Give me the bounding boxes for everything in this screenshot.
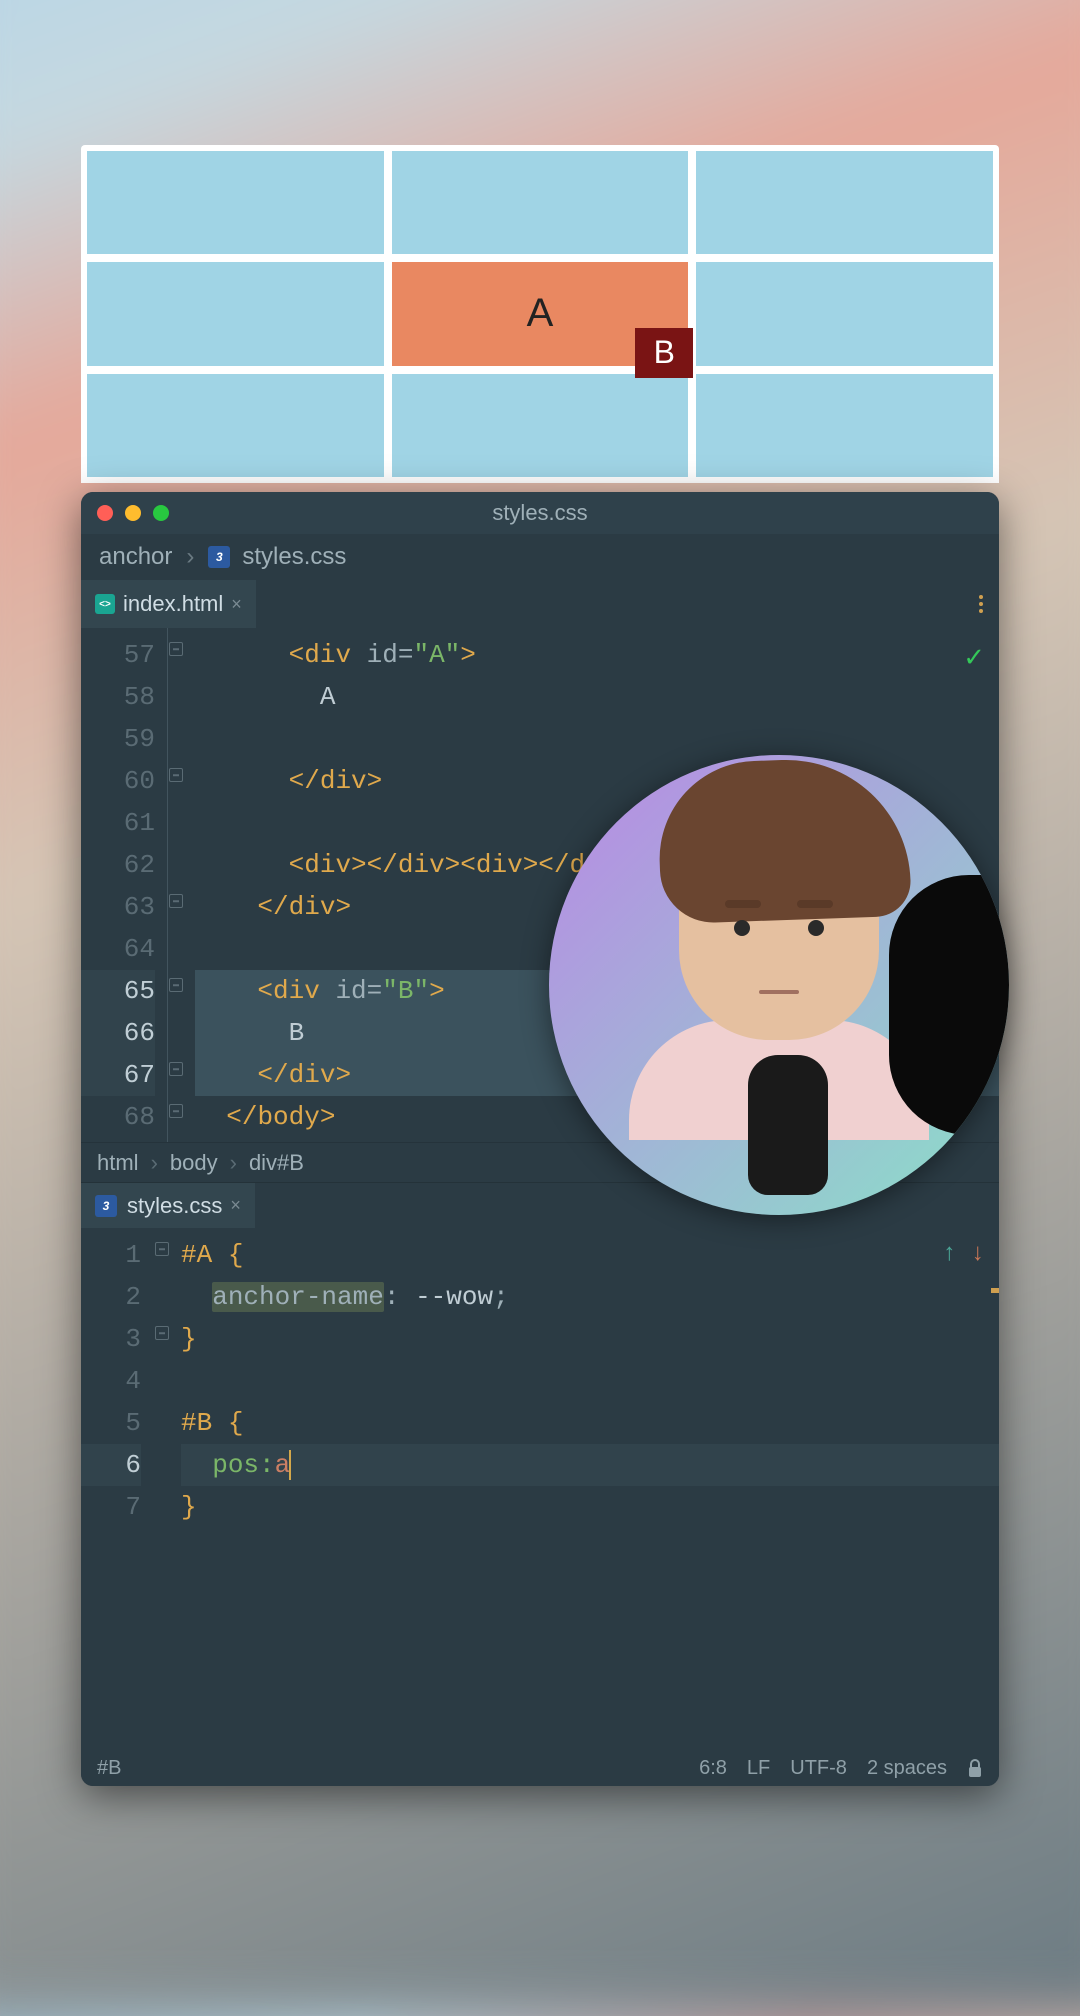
crumb[interactable]: body	[170, 1150, 218, 1176]
tab-label: index.html	[123, 591, 223, 617]
code-line[interactable]: }	[181, 1318, 999, 1360]
browser-preview: A B	[81, 145, 999, 483]
titlebar: styles.css	[81, 492, 999, 534]
fold-marker-icon[interactable]	[169, 1062, 183, 1076]
crumb[interactable]: html	[97, 1150, 139, 1176]
code-line[interactable]: #A {	[181, 1234, 999, 1276]
floating-box-b: B	[635, 328, 693, 378]
tab-index-html[interactable]: <> index.html ×	[81, 580, 256, 628]
chevron-right-icon: ›	[186, 543, 194, 571]
code-line[interactable]: pos:a	[181, 1444, 999, 1486]
html-file-icon: <>	[95, 594, 115, 614]
preview-grid: A B	[87, 151, 993, 477]
presenter-camera	[549, 755, 1009, 1215]
css-file-icon: 3	[95, 1195, 117, 1217]
css-file-icon: 3	[208, 546, 230, 568]
grid-cell	[696, 374, 993, 477]
code-line[interactable]: <div id="A">	[195, 634, 999, 676]
css-editor-pane[interactable]: ↑ ↓ 123 456 7 #A { anchor-name: --wow; }…	[81, 1228, 999, 1750]
window-title: styles.css	[81, 500, 999, 526]
indent-setting[interactable]: 2 spaces	[867, 1757, 947, 1780]
box-b-label: B	[654, 334, 675, 371]
code-line[interactable]	[181, 1360, 999, 1402]
grid-cell	[87, 262, 384, 365]
line-gutter: 575859 606162 636465 666768	[81, 628, 165, 1142]
code-line[interactable]: A	[195, 676, 999, 718]
breadcrumb-file[interactable]: styles.css	[242, 543, 346, 571]
fold-marker-icon[interactable]	[155, 1242, 169, 1256]
fold-marker-icon[interactable]	[169, 1104, 183, 1118]
fold-marker-icon[interactable]	[169, 642, 183, 656]
fold-marker-icon[interactable]	[169, 978, 183, 992]
code-line[interactable]: }	[181, 1486, 999, 1528]
lock-icon[interactable]	[967, 1759, 983, 1777]
close-icon[interactable]: ×	[230, 1195, 241, 1216]
chair-graphic	[889, 875, 1009, 1135]
code-line[interactable]: anchor-name: --wow;	[181, 1276, 999, 1318]
grid-cell	[696, 262, 993, 365]
cell-a-label: A	[527, 291, 554, 336]
chevron-right-icon: ›	[230, 1150, 237, 1176]
grid-cell	[392, 151, 689, 254]
project-breadcrumb[interactable]: anchor › 3 styles.css	[81, 534, 999, 580]
grid-cell	[696, 151, 993, 254]
chevron-right-icon: ›	[151, 1150, 158, 1176]
close-icon[interactable]: ×	[231, 594, 242, 615]
kebab-menu-icon[interactable]	[979, 595, 983, 613]
face-graphic	[679, 800, 879, 1040]
fold-column[interactable]	[165, 628, 191, 1142]
cursor-position[interactable]: 6:8	[699, 1757, 727, 1780]
grid-cell	[392, 374, 689, 477]
grid-cell-a: A B	[392, 262, 689, 365]
code-content[interactable]: #A { anchor-name: --wow; } #B { pos:a }	[177, 1228, 999, 1750]
line-ending[interactable]: LF	[747, 1757, 770, 1780]
breadcrumb-project[interactable]: anchor	[99, 543, 172, 571]
microphone-graphic	[748, 1055, 828, 1195]
top-tab-row: <> index.html ×	[81, 580, 999, 628]
tab-styles-css[interactable]: 3 styles.css ×	[81, 1183, 255, 1228]
line-gutter: 123 456 7	[81, 1228, 151, 1750]
fold-marker-icon[interactable]	[169, 768, 183, 782]
grid-cell	[87, 151, 384, 254]
status-selector[interactable]: #B	[97, 1757, 121, 1780]
grid-cell	[87, 374, 384, 477]
fold-marker-icon[interactable]	[169, 894, 183, 908]
code-line[interactable]	[195, 718, 999, 760]
crumb[interactable]: div#B	[249, 1150, 304, 1176]
text-cursor	[289, 1450, 291, 1480]
tab-label: styles.css	[127, 1193, 222, 1219]
encoding[interactable]: UTF-8	[790, 1757, 847, 1780]
code-line[interactable]: #B {	[181, 1402, 999, 1444]
status-bar: #B 6:8 LF UTF-8 2 spaces	[81, 1750, 999, 1786]
fold-column[interactable]	[151, 1228, 177, 1750]
fold-marker-icon[interactable]	[155, 1326, 169, 1340]
